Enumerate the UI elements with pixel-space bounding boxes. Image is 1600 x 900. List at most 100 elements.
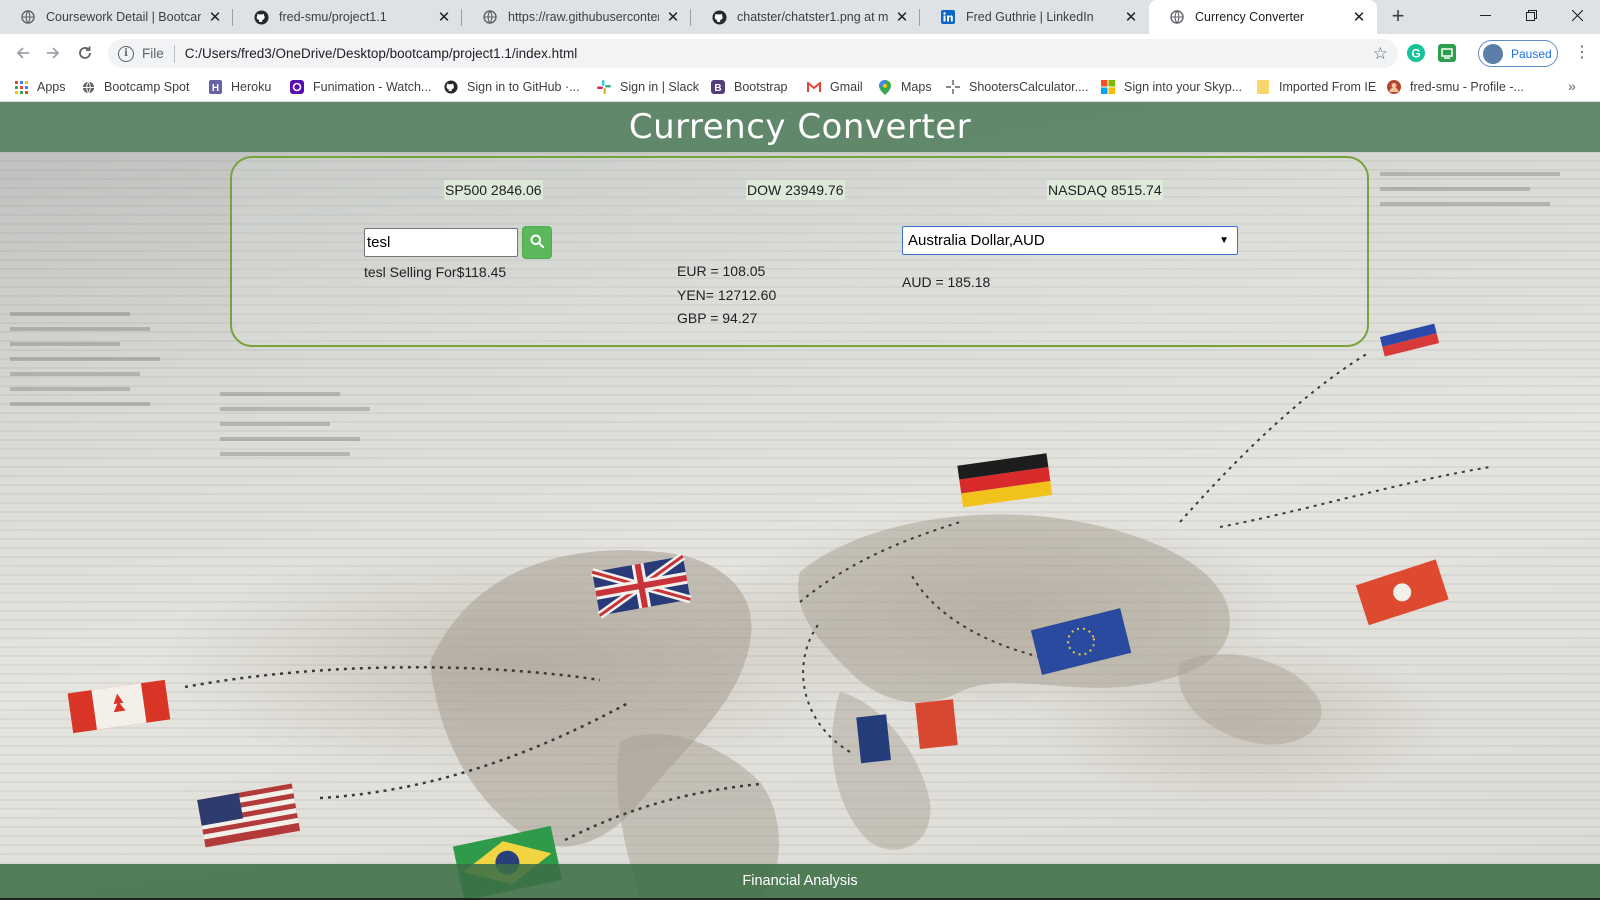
- bookmark-label: ShootersCalculator....: [969, 80, 1089, 94]
- globe-icon: [1169, 9, 1185, 25]
- profile-button[interactable]: Paused: [1478, 40, 1558, 67]
- address-scheme: File: [142, 46, 164, 61]
- tab-chatster[interactable]: chatster/chatster1.png at mast ✕: [691, 0, 920, 34]
- rate-eur: EUR = 108.05: [677, 263, 766, 279]
- dropdown-caret-icon: ▼: [1219, 235, 1229, 246]
- bookmark-apps[interactable]: Apps: [14, 78, 66, 96]
- tab-linkedin[interactable]: Fred Guthrie | LinkedIn ✕: [920, 0, 1149, 34]
- back-icon[interactable]: [10, 41, 36, 65]
- tab-title: Fred Guthrie | LinkedIn: [966, 10, 1094, 24]
- funimation-icon: [290, 80, 304, 94]
- currency-select[interactable]: Australia Dollar,AUD ▼: [902, 226, 1238, 255]
- bookmark-label: Apps: [37, 80, 66, 94]
- bookmark-label: Bootcamp Spot: [104, 80, 190, 94]
- tab-raw-github[interactable]: https://raw.githubusercontent.c ✕: [462, 0, 691, 34]
- close-icon[interactable]: ✕: [436, 9, 452, 26]
- bookmark-heroku[interactable]: H Heroku: [208, 78, 271, 96]
- microsoft-icon: [1101, 80, 1115, 94]
- apps-grid-icon: [14, 80, 28, 94]
- avatar: [1483, 43, 1503, 64]
- bookmark-label: Sign into your Skyp...: [1124, 80, 1243, 94]
- converter-panel: SP500 2846.06 DOW 23949.76 NASDAQ 8515.7…: [230, 156, 1369, 347]
- exchange-rates: EUR = 108.05 YEN= 12712.60 GBP = 94.27: [677, 260, 776, 331]
- page-title: Currency Converter: [628, 107, 972, 147]
- bookmark-label: Bootstrap: [734, 80, 788, 94]
- bookmark-label: fred-smu - Profile -...: [1410, 80, 1524, 94]
- tab-title: Coursework Detail | Bootcamp: [46, 10, 201, 24]
- folder-icon: [1256, 80, 1270, 94]
- new-tab-button[interactable]: +: [1386, 5, 1410, 29]
- address-bar[interactable]: i File C:/Users/fred3/OneDrive/Desktop/b…: [108, 39, 1398, 68]
- converted-amount: AUD = 185.18: [902, 274, 991, 290]
- close-icon[interactable]: ✕: [665, 9, 681, 26]
- close-icon[interactable]: ✕: [1351, 9, 1367, 26]
- minimize-icon[interactable]: [1462, 0, 1508, 30]
- reload-icon[interactable]: [72, 41, 98, 65]
- tab-strip: Coursework Detail | Bootcamp ✕ fred-smu/…: [0, 0, 1600, 34]
- tab-title: Currency Converter: [1195, 10, 1305, 24]
- bookmark-fred-profile[interactable]: fred-smu - Profile -...: [1387, 78, 1524, 96]
- bookmarks-bar: Apps Bootcamp Spot H Heroku Funimation -…: [0, 72, 1600, 102]
- page-viewport: Currency Converter SP500 2846.06 DOW 239…: [0, 102, 1600, 900]
- bookmark-bootstrap[interactable]: B Bootstrap: [711, 78, 788, 96]
- bookmark-label: Imported From IE: [1279, 80, 1377, 94]
- tab-title: fred-smu/project1.1: [279, 10, 387, 24]
- bookmark-star-icon[interactable]: ☆: [1373, 44, 1388, 64]
- bookmark-funimation[interactable]: Funimation - Watch...: [290, 78, 431, 96]
- bookmark-shooters-calculator[interactable]: ShootersCalculator....: [946, 78, 1089, 96]
- tab-title: chatster/chatster1.png at mast: [737, 10, 888, 24]
- stock-result-text: tesl Selling For$118.45: [364, 264, 507, 280]
- browser-toolbar: i File C:/Users/fred3/OneDrive/Desktop/b…: [0, 34, 1600, 72]
- info-icon[interactable]: i: [118, 45, 134, 62]
- grammarly-icon[interactable]: G: [1407, 44, 1425, 62]
- github-icon: [253, 9, 269, 25]
- stock-search-input[interactable]: [364, 228, 518, 257]
- more-menu-icon[interactable]: ⋮: [1572, 44, 1592, 64]
- bookmark-slack[interactable]: Sign in | Slack: [597, 78, 699, 96]
- linkedin-icon: [940, 9, 956, 25]
- crosshair-icon: [946, 80, 960, 94]
- bookmark-bootcamp-spot[interactable]: Bootcamp Spot: [81, 78, 189, 96]
- bookmark-imported-ie[interactable]: Imported From IE: [1256, 78, 1376, 96]
- address-url[interactable]: C:/Users/fred3/OneDrive/Desktop/bootcamp…: [185, 46, 577, 61]
- profile-icon: [1387, 80, 1401, 94]
- bookmark-label: Sign in to GitHub ·...: [467, 80, 580, 94]
- ticker-dow: DOW 23949.76: [746, 180, 845, 200]
- forward-icon[interactable]: [40, 41, 66, 65]
- bookmark-github-signin[interactable]: Sign in to GitHub ·...: [444, 78, 580, 96]
- more-bookmarks-icon[interactable]: »: [1568, 78, 1576, 94]
- app-header: Currency Converter: [0, 102, 1600, 152]
- tab-coursework[interactable]: Coursework Detail | Bootcamp ✕: [0, 0, 233, 34]
- rate-yen: YEN= 12712.60: [677, 286, 777, 303]
- close-icon[interactable]: ✕: [1123, 9, 1139, 26]
- tab-title: https://raw.githubusercontent.c: [508, 10, 659, 24]
- bookmark-maps[interactable]: Maps: [878, 78, 932, 96]
- restore-icon[interactable]: [1508, 0, 1554, 30]
- bookmark-gmail[interactable]: Gmail: [807, 78, 863, 96]
- globe-icon: [482, 9, 498, 25]
- maps-icon: [878, 79, 892, 95]
- close-icon[interactable]: ✕: [207, 9, 223, 26]
- page-footer: Financial Analysis: [0, 864, 1600, 898]
- github-icon: [444, 80, 458, 94]
- svg-text:G: G: [1411, 47, 1420, 61]
- svg-text:B: B: [714, 83, 721, 94]
- tab-currency-converter[interactable]: Currency Converter ✕: [1149, 0, 1377, 34]
- svg-text:H: H: [211, 83, 218, 94]
- bookmark-label: Funimation - Watch...: [313, 80, 432, 94]
- tab-github-project[interactable]: fred-smu/project1.1 ✕: [233, 0, 462, 34]
- stock-search-button[interactable]: [522, 226, 552, 259]
- profile-status: Paused: [1511, 46, 1552, 61]
- rate-gbp: GBP = 94.27: [677, 310, 758, 326]
- extension-icon[interactable]: [1438, 44, 1456, 62]
- currency-select-value: Australia Dollar,AUD: [908, 232, 1045, 249]
- globe-icon: [81, 80, 95, 94]
- close-icon[interactable]: ✕: [894, 9, 910, 26]
- window-close-icon[interactable]: [1554, 0, 1600, 30]
- bootstrap-icon: B: [711, 80, 725, 94]
- bookmark-label: Maps: [901, 80, 932, 94]
- bookmark-skype[interactable]: Sign into your Skyp...: [1101, 78, 1242, 96]
- ticker-nasdaq: NASDAQ 8515.74: [1047, 180, 1163, 200]
- globe-icon: [20, 9, 36, 25]
- footer-text: Financial Analysis: [742, 873, 858, 889]
